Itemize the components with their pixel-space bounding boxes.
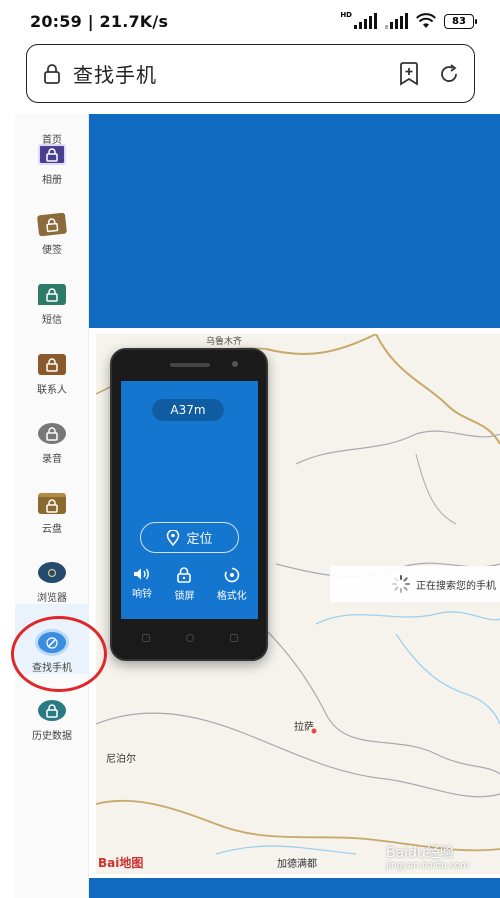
contacts-lock-icon xyxy=(38,354,66,375)
loading-spinner-icon xyxy=(392,575,410,593)
phone-speaker xyxy=(170,363,210,367)
bookmark-add-icon[interactable] xyxy=(398,61,420,86)
map-label-lhasa: 拉萨 xyxy=(294,722,314,733)
note-lock-icon xyxy=(36,212,68,237)
recording-lock-icon xyxy=(38,423,66,444)
sidebar-item-label: 便签 xyxy=(42,245,62,256)
header-banner xyxy=(89,114,500,328)
sidebar-item-label: 相册 xyxy=(42,175,62,186)
sidebar-item-label: 录音 xyxy=(42,454,62,465)
sidebar-item-notes[interactable]: 便签 xyxy=(15,186,89,256)
status-icons: HD 83 xyxy=(340,11,477,29)
signal-2-icon xyxy=(385,13,408,29)
ring-button[interactable]: 响铃 xyxy=(132,567,152,602)
ring-label: 响铃 xyxy=(132,589,153,600)
footer-banner xyxy=(89,878,500,898)
locate-button[interactable]: 定位 xyxy=(140,522,239,553)
sidebar-item-album[interactable]: 相册 xyxy=(15,116,89,186)
search-status-text: 正在搜索您的手机 xyxy=(416,580,496,592)
status-speed: 21.7K/s xyxy=(99,11,169,31)
baidu-map-logo: Bai地图 xyxy=(98,856,144,870)
sidebar-item-sms[interactable]: 短信 xyxy=(15,256,89,326)
sidebar-item-label: 短信 xyxy=(42,315,62,326)
sidebar-item-label: 联系人 xyxy=(37,385,67,396)
format-icon xyxy=(224,567,240,583)
status-time-speed: 20:59 | 21.7K/s xyxy=(30,11,169,31)
address-bar[interactable]: 查找手机 xyxy=(26,44,475,103)
browser-lock-icon xyxy=(38,562,66,583)
phone-action-bar: 响铃 锁屏 格式化 xyxy=(121,567,258,602)
wifi-icon xyxy=(416,13,436,28)
hd-badge: HD xyxy=(340,11,352,19)
status-time: 20:59 xyxy=(30,11,82,31)
history-lock-icon xyxy=(38,700,66,721)
sidebar-item-label: 浏览器 xyxy=(37,593,67,604)
sidebar-item-label: 历史数据 xyxy=(32,731,72,742)
phone-device-card: A37m 定位 响铃 锁屏 格式化 xyxy=(110,348,268,661)
sidebar: 首页 相册 便签 短信 联系人 录音 云盘 浏览器 查找手机 历史数据 xyxy=(15,114,89,898)
highlight-annotation-circle xyxy=(11,616,107,692)
search-status-toast: 正在搜索您的手机 xyxy=(330,566,500,602)
watermark-url: jingyan.baidu.com xyxy=(386,861,470,871)
map-label-kathmandu: 加德满都 xyxy=(277,859,317,870)
refresh-icon[interactable] xyxy=(438,63,460,85)
signal-icon xyxy=(354,13,377,29)
phone-screen: A37m 定位 响铃 锁屏 格式化 xyxy=(121,381,258,619)
sidebar-item-recording[interactable]: 录音 xyxy=(15,395,89,465)
lock-icon xyxy=(177,567,192,583)
status-bar: 20:59 | 21.7K/s HD 83 xyxy=(0,0,500,42)
lock-screen-button[interactable]: 锁屏 xyxy=(174,567,194,602)
location-pin-icon xyxy=(167,529,180,546)
sidebar-item-cloud[interactable]: 云盘 xyxy=(15,465,89,535)
battery-icon: 83 xyxy=(444,13,477,29)
format-label: 格式化 xyxy=(216,591,247,602)
speaker-icon xyxy=(134,568,150,580)
sidebar-item-browser[interactable]: 浏览器 xyxy=(15,534,89,604)
phone-nav-keys xyxy=(142,634,238,642)
baidu-jingyan-watermark: Baidu经验 xyxy=(386,845,454,861)
map-label-top: 乌鲁木齐 xyxy=(206,337,243,347)
format-button[interactable]: 格式化 xyxy=(217,567,247,602)
sidebar-item-contacts[interactable]: 联系人 xyxy=(15,326,89,396)
main-content: 拉萨 尼泊尔 加德满都 乌鲁木齐 Bai地图 Baidu经验 jingyan.b… xyxy=(89,114,500,898)
album-lock-icon xyxy=(38,144,66,165)
lock-screen-label: 锁屏 xyxy=(174,591,195,602)
map-label-nepal: 尼泊尔 xyxy=(106,754,136,765)
phone-camera xyxy=(232,361,238,367)
sidebar-item-label: 云盘 xyxy=(42,524,62,535)
locate-label: 定位 xyxy=(186,532,213,547)
page-body: 首页 相册 便签 短信 联系人 录音 云盘 浏览器 查找手机 历史数据 拉萨 尼… xyxy=(0,114,500,898)
sms-lock-icon xyxy=(38,284,66,305)
cloud-lock-icon xyxy=(38,493,66,514)
device-model-badge: A37m xyxy=(152,399,224,421)
